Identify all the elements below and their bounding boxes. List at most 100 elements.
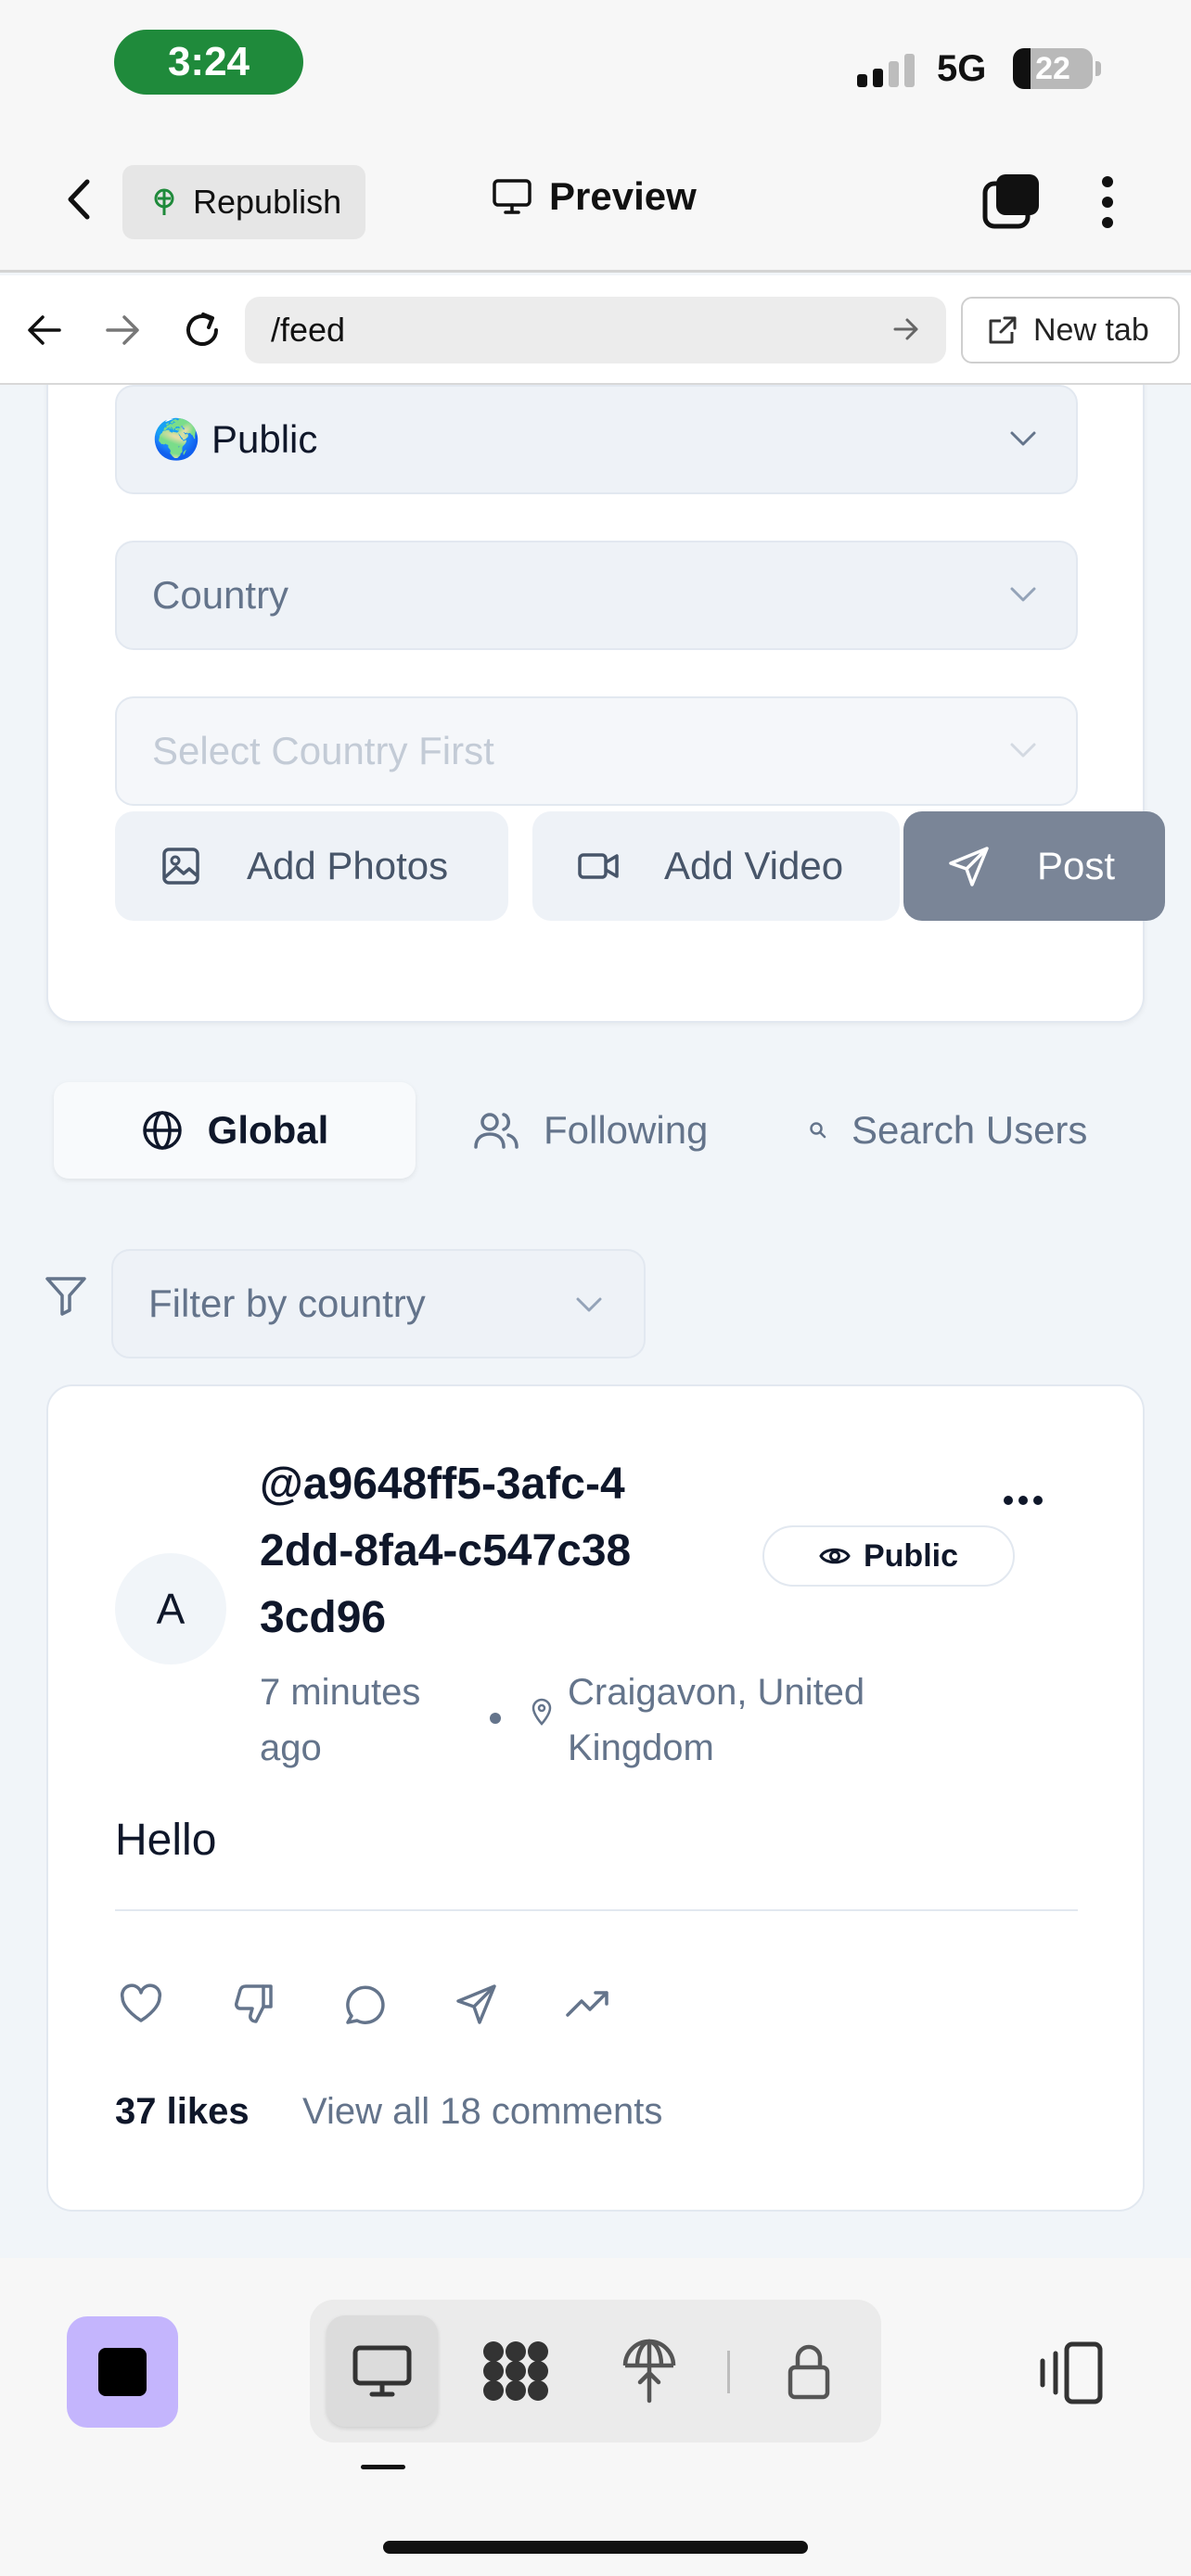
signal-icon — [857, 54, 915, 87]
tab-following-label: Following — [544, 1108, 709, 1152]
thumbs-down-icon — [235, 1984, 273, 2023]
globe-icon — [142, 1111, 182, 1150]
heart-icon — [120, 1983, 162, 2022]
eye-icon — [819, 1548, 851, 1564]
comment-icon — [346, 1985, 385, 2024]
post-text: Hello — [115, 1816, 217, 1865]
meta-separator — [490, 1713, 501, 1724]
monitor-icon — [493, 179, 531, 214]
external-link-icon — [989, 316, 1017, 344]
browser-back-button[interactable] — [19, 304, 70, 356]
chevron-down-icon — [576, 1297, 602, 1312]
visibility-badge: Public — [762, 1525, 1015, 1587]
grid-shapes-icon — [483, 2341, 548, 2401]
video-icon — [578, 853, 619, 879]
battery-tip — [1095, 61, 1101, 76]
users-icon — [474, 1113, 519, 1149]
add-video-button[interactable]: Add Video — [532, 811, 900, 921]
send-icon — [456, 1984, 496, 2024]
browser-forward-button[interactable] — [96, 304, 148, 356]
trending-button[interactable] — [562, 1978, 614, 2030]
chevron-down-icon — [1010, 431, 1036, 446]
country-select-value: Country — [152, 573, 289, 617]
tab-global-label: Global — [207, 1108, 329, 1152]
monitor-icon — [352, 2345, 412, 2397]
dislike-button[interactable] — [228, 1978, 280, 2030]
filter-icon — [45, 1277, 86, 1316]
stop-icon — [98, 2348, 147, 2396]
add-photos-button[interactable]: Add Photos — [115, 811, 508, 921]
send-icon — [949, 847, 989, 886]
device-layout-icon — [1040, 2341, 1103, 2404]
arrow-left-icon — [28, 315, 61, 345]
battery-level: 22 — [1035, 51, 1070, 86]
republish-button[interactable]: Republish — [122, 165, 365, 239]
back-button[interactable] — [56, 176, 102, 223]
device-layout-button[interactable] — [1033, 2340, 1104, 2405]
post-options-button[interactable] — [1004, 1496, 1043, 1505]
post-username[interactable]: @a9648ff5-3afc-42dd-8fa4-c547c383cd96 — [260, 1451, 649, 1651]
stop-button[interactable] — [67, 2316, 178, 2428]
url-input[interactable]: /feed — [245, 297, 946, 363]
publish-button[interactable] — [594, 2315, 705, 2427]
compose-card: 🌍 Public Country Select Country First Ad… — [46, 385, 1165, 1023]
add-video-label: Add Video — [664, 844, 844, 887]
tab-following[interactable]: Following — [473, 1082, 708, 1179]
tabs-button[interactable] — [981, 172, 1041, 232]
post-location: Craigavon, United Kingdom — [568, 1672, 865, 1768]
new-tab-button[interactable]: New tab — [961, 297, 1180, 363]
network-type: 5G — [937, 48, 987, 89]
post-card: A @a9648ff5-3afc-42dd-8fa4-c547c383cd96 … — [46, 1384, 1145, 2212]
post-divider — [115, 1909, 1078, 1911]
tab-global[interactable]: Global — [54, 1082, 416, 1179]
add-photos-label: Add Photos — [247, 844, 449, 887]
reload-button[interactable] — [176, 304, 228, 356]
lock-button[interactable] — [753, 2315, 864, 2427]
preview-label: Preview — [549, 174, 697, 218]
new-tab-label: New tab — [1033, 312, 1149, 348]
share-button[interactable] — [451, 1978, 503, 2030]
feed-tabs: Global Following Search Users — [0, 1071, 1191, 1182]
integrations-button[interactable] — [460, 2315, 571, 2427]
switcher-divider — [727, 2351, 730, 2393]
home-indicator — [383, 2541, 808, 2554]
visibility-select[interactable]: 🌍 Public — [115, 385, 1078, 494]
search-icon — [810, 1122, 826, 1139]
tab-search-users-label: Search Users — [852, 1108, 1088, 1152]
tab-search-users[interactable]: Search Users — [809, 1082, 1087, 1179]
republish-label: Republish — [193, 183, 342, 221]
page-content: 🌍 Public Country Select Country First Ad… — [0, 385, 1191, 2258]
view-comments-link[interactable]: View all 18 comments — [302, 2091, 662, 2133]
broadcast-icon — [622, 2339, 676, 2404]
visibility-select-value: 🌍 Public — [152, 416, 318, 461]
preview-button[interactable]: Preview — [492, 174, 697, 219]
chevron-left-icon — [68, 179, 90, 220]
desktop-view-button[interactable] — [327, 2315, 438, 2427]
map-pin-icon — [531, 1698, 552, 1726]
lock-icon — [788, 2344, 830, 2400]
country-select[interactable]: Country — [115, 541, 1078, 650]
arrow-right-icon — [106, 315, 139, 345]
tabs-icon — [982, 174, 1039, 229]
post-button[interactable]: Post — [903, 811, 1165, 921]
avatar[interactable]: A — [115, 1553, 226, 1664]
country-filter-select[interactable]: Filter by country — [111, 1249, 646, 1358]
arrow-right-icon — [893, 318, 918, 340]
status-time: 3:24 — [114, 30, 303, 95]
more-options-button[interactable] — [1085, 172, 1130, 232]
city-select: Select Country First — [115, 696, 1078, 806]
visibility-badge-label: Public — [863, 1537, 959, 1574]
image-icon — [162, 848, 199, 885]
like-button[interactable] — [115, 1978, 167, 2030]
broadcast-icon — [154, 188, 174, 215]
chevron-down-icon — [1010, 587, 1036, 602]
city-select-value: Select Country First — [152, 729, 494, 772]
reload-icon — [186, 312, 218, 346]
likes-count[interactable]: 37 likes — [115, 2091, 250, 2133]
url-go-button[interactable] — [892, 313, 920, 350]
trending-up-icon — [566, 1991, 608, 2017]
post-time: 7 minutes ago — [260, 1672, 421, 1768]
chevron-down-icon — [1010, 743, 1036, 758]
comment-button[interactable] — [339, 1978, 391, 2030]
active-view-indicator — [361, 2465, 405, 2469]
